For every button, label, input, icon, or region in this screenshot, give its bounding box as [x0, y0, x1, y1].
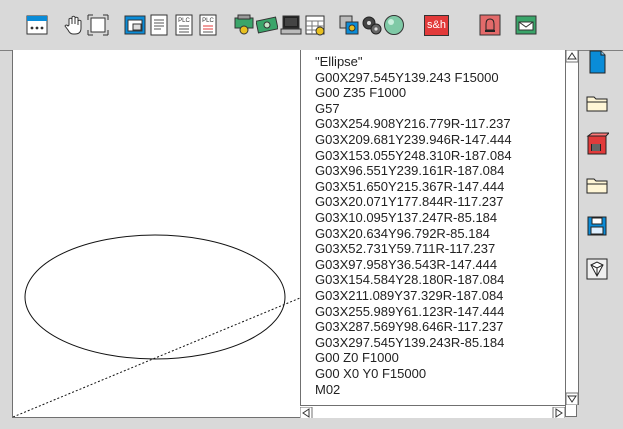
gcode-line: G57 [315, 100, 340, 116]
document-icon[interactable] [148, 14, 170, 36]
bell-icon[interactable] [479, 14, 501, 36]
computer-icon[interactable] [280, 14, 302, 36]
sh-label: s&h [427, 19, 446, 31]
envelope-icon[interactable] [515, 14, 537, 36]
gcode-line: G03X153.055Y248.310R-187.084 [315, 147, 512, 163]
svg-text:PLC: PLC [178, 18, 190, 24]
gcode-line: M02 [315, 381, 341, 397]
folder-icon[interactable] [585, 173, 609, 197]
gcode-line: G03X211.089Y37.329R-187.084 [315, 288, 504, 303]
new-file-icon[interactable] [585, 50, 609, 74]
scroll-up-arrow-icon[interactable] [565, 49, 579, 63]
gcode-line: G03X97.958Y36.543R-147.444 [315, 256, 498, 272]
eraser-icon[interactable] [585, 257, 609, 281]
gcode-line: G03X255.989Y61.123R-147.444 [315, 303, 505, 319]
gcode-line: G03X51.650Y215.367R-147.444 [315, 178, 505, 194]
gcode-line: G03X20.634Y96.792R-85.184 [315, 225, 490, 241]
folder-icon[interactable] [585, 91, 609, 115]
money-icon[interactable] [256, 14, 278, 36]
machine-icon[interactable] [233, 14, 255, 36]
gcode-line: G03X254.908Y216.779R-117.237 [315, 116, 511, 132]
hand-icon[interactable] [64, 14, 86, 36]
plc-edit-icon[interactable]: PLC [197, 14, 219, 36]
ellipse-toolpath [24, 234, 286, 360]
gcode-line: G00 Z35 F1000 [315, 85, 407, 101]
gcode-line: G03X287.569Y98.646R-117.237 [315, 319, 504, 335]
vertical-scrollbar[interactable] [565, 49, 579, 406]
main-toolbar: PLC PLC s&h [0, 0, 623, 51]
scroll-down-arrow-icon[interactable] [565, 392, 579, 406]
toolpath-drawing [12, 234, 301, 418]
status-bar [0, 418, 623, 429]
sh-icon[interactable]: s&h [424, 15, 449, 36]
gcode-line: G00 X0 Y0 F15000 [315, 366, 427, 381]
gcode-line: G03X154.584Y28.180R-187.084 [315, 272, 505, 288]
gcode-line: G03X20.071Y177.844R-117.237 [315, 194, 504, 210]
plc-icon[interactable]: PLC [173, 14, 195, 36]
layout-icon[interactable] [124, 14, 146, 36]
gcode-line: G00 Z0 F1000 [315, 350, 399, 366]
gcode-line: "Ellipse" [315, 54, 363, 69]
gcode-line: G03X96.551Y239.161R-187.084 [315, 163, 505, 179]
io-panel-icon[interactable] [26, 14, 48, 36]
machine-library-icon[interactable] [585, 132, 609, 156]
rapid-move-line [12, 297, 301, 418]
gcode-listing[interactable]: "Ellipse" G00X297.545Y139.243 F15000 G00 Z… [300, 50, 566, 405]
gcode-line: G00X297.545Y139.243 F15000 [315, 69, 499, 85]
tool-holder-icon[interactable] [338, 14, 360, 36]
calendar-icon[interactable] [304, 14, 326, 36]
fit-view-icon[interactable] [87, 14, 109, 36]
horizontal-scrollbar[interactable] [299, 405, 566, 420]
gcode-line: G03X10.095Y137.247R-85.184 [315, 210, 498, 225]
drawing-canvas[interactable] [12, 50, 301, 418]
svg-text:PLC: PLC [202, 18, 214, 24]
gcode-line: G03X297.545Y139.243R-85.184 [315, 334, 505, 350]
sphere-icon[interactable] [383, 14, 405, 36]
gcode-line: G03X52.731Y59.711R-117.237 [315, 241, 496, 257]
gcode-line: G03X209.681Y239.946R-147.444 [315, 132, 512, 147]
floppy-disk-icon[interactable] [585, 214, 609, 238]
gears-icon[interactable] [361, 14, 383, 36]
scrollbar-corner [565, 405, 577, 417]
